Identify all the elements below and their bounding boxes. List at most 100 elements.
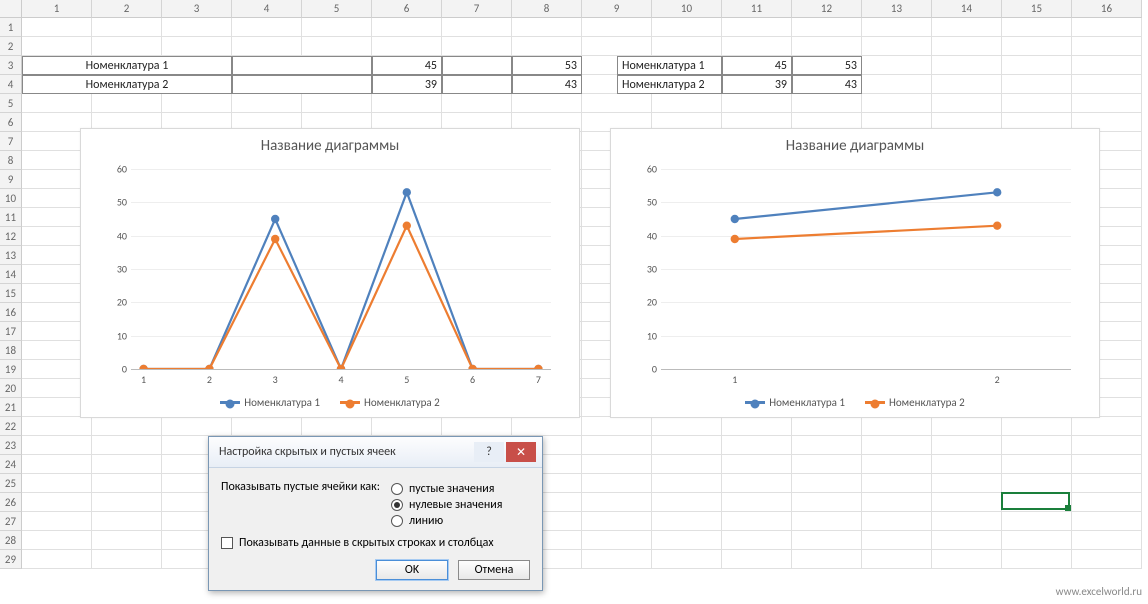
cell[interactable] <box>22 493 92 512</box>
cell[interactable] <box>372 37 442 56</box>
row-header[interactable]: 16 <box>0 303 22 322</box>
col-header[interactable]: 5 <box>302 0 372 18</box>
cell[interactable] <box>442 94 512 113</box>
cell[interactable] <box>932 550 1002 569</box>
row-header[interactable]: 17 <box>0 322 22 341</box>
cell[interactable] <box>652 37 722 56</box>
cell[interactable] <box>162 37 232 56</box>
row-header[interactable]: 8 <box>0 151 22 170</box>
cell[interactable] <box>582 436 652 455</box>
cell[interactable] <box>932 18 1002 37</box>
col-header[interactable]: 4 <box>232 0 302 18</box>
cell[interactable] <box>722 474 792 493</box>
cell[interactable] <box>582 550 652 569</box>
cell[interactable] <box>652 94 722 113</box>
row-header[interactable]: 12 <box>0 227 22 246</box>
cell[interactable] <box>232 417 302 436</box>
data-cell[interactable] <box>232 56 372 75</box>
cell[interactable] <box>1072 75 1142 94</box>
cell[interactable] <box>792 436 862 455</box>
cell[interactable] <box>22 455 92 474</box>
cell[interactable] <box>1002 37 1072 56</box>
cancel-button[interactable]: Отмена <box>458 560 530 580</box>
cell[interactable] <box>792 493 862 512</box>
cell[interactable] <box>582 512 652 531</box>
cell[interactable] <box>1072 474 1142 493</box>
data-cell[interactable]: 43 <box>792 75 862 94</box>
cell[interactable] <box>582 474 652 493</box>
data-cell[interactable]: 53 <box>792 56 862 75</box>
cell[interactable] <box>792 455 862 474</box>
cell[interactable] <box>22 436 92 455</box>
row-header[interactable]: 6 <box>0 113 22 132</box>
data-cell[interactable]: 45 <box>722 56 792 75</box>
cell[interactable] <box>512 18 582 37</box>
row-header[interactable]: 9 <box>0 170 22 189</box>
cell[interactable] <box>22 512 92 531</box>
radio-empty-values[interactable]: пустые значения <box>391 482 530 496</box>
cell[interactable] <box>722 37 792 56</box>
cell[interactable] <box>302 18 372 37</box>
cell[interactable] <box>792 550 862 569</box>
cell[interactable] <box>862 455 932 474</box>
close-button[interactable]: ✕ <box>506 442 536 462</box>
chart-right[interactable]: Название диаграммы 010203040506012 Номен… <box>610 128 1100 418</box>
col-header[interactable]: 15 <box>1002 0 1072 18</box>
col-header[interactable]: 16 <box>1072 0 1142 18</box>
cell[interactable] <box>512 417 582 436</box>
row-header[interactable]: 23 <box>0 436 22 455</box>
cell[interactable] <box>722 455 792 474</box>
cell[interactable] <box>652 417 722 436</box>
row-header[interactable]: 3 <box>0 56 22 75</box>
cell[interactable] <box>932 512 1002 531</box>
cell[interactable] <box>1002 436 1072 455</box>
cell[interactable] <box>932 37 1002 56</box>
col-header[interactable]: 12 <box>792 0 862 18</box>
cell[interactable] <box>1002 417 1072 436</box>
cell[interactable] <box>1072 18 1142 37</box>
col-header[interactable]: 11 <box>722 0 792 18</box>
col-header[interactable]: 2 <box>92 0 162 18</box>
row-header[interactable]: 11 <box>0 208 22 227</box>
cell[interactable] <box>862 531 932 550</box>
data-cell[interactable]: Номенклатура 2 <box>22 75 232 94</box>
cell[interactable] <box>1072 56 1142 75</box>
data-cell[interactable]: 39 <box>722 75 792 94</box>
cell[interactable] <box>92 417 162 436</box>
col-header[interactable]: 3 <box>162 0 232 18</box>
data-cell[interactable]: Номенклатура 2 <box>617 75 722 94</box>
cell[interactable] <box>1002 531 1072 550</box>
cell[interactable] <box>932 474 1002 493</box>
cell[interactable] <box>1072 493 1142 512</box>
cell[interactable] <box>582 18 652 37</box>
cell[interactable] <box>862 94 932 113</box>
cell[interactable] <box>582 531 652 550</box>
cell[interactable] <box>232 94 302 113</box>
cell[interactable] <box>792 512 862 531</box>
row-header[interactable]: 24 <box>0 455 22 474</box>
cell[interactable] <box>1002 75 1072 94</box>
cell[interactable] <box>862 18 932 37</box>
cell[interactable] <box>652 18 722 37</box>
cell[interactable] <box>932 75 1002 94</box>
cell[interactable] <box>232 18 302 37</box>
row-header[interactable]: 20 <box>0 379 22 398</box>
cell[interactable] <box>862 56 932 75</box>
cell[interactable] <box>652 550 722 569</box>
col-header[interactable]: 8 <box>512 0 582 18</box>
cell[interactable] <box>372 417 442 436</box>
radio-line[interactable]: линию <box>391 514 530 528</box>
cell[interactable] <box>862 512 932 531</box>
row-header[interactable]: 2 <box>0 37 22 56</box>
cell[interactable] <box>92 18 162 37</box>
row-header[interactable]: 26 <box>0 493 22 512</box>
cell[interactable] <box>302 37 372 56</box>
col-header[interactable]: 14 <box>932 0 1002 18</box>
cell[interactable] <box>22 474 92 493</box>
data-cell[interactable]: 43 <box>512 75 582 94</box>
cell[interactable] <box>442 417 512 436</box>
row-header[interactable]: 18 <box>0 341 22 360</box>
cell[interactable] <box>92 94 162 113</box>
data-cell[interactable] <box>442 75 512 94</box>
cell[interactable] <box>792 531 862 550</box>
